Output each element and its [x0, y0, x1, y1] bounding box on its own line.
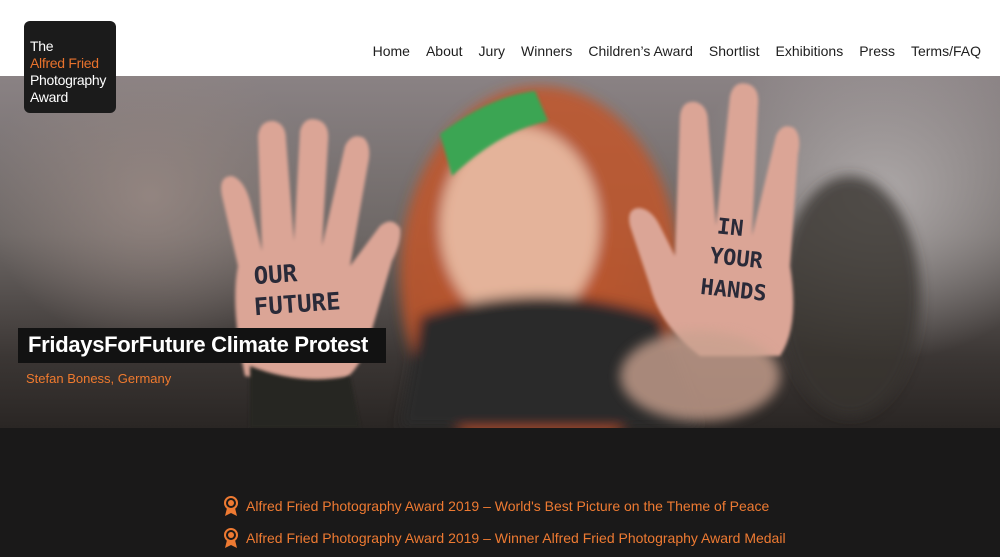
- medal-icon: [224, 496, 238, 516]
- nav-winners[interactable]: Winners: [521, 43, 572, 59]
- nav-about[interactable]: About: [426, 43, 463, 59]
- nav-jury[interactable]: Jury: [479, 43, 505, 59]
- right-hand-text-1: IN: [716, 214, 745, 242]
- site-logo[interactable]: The Alfred Fried Photography Award: [24, 21, 116, 113]
- nav-childrens-award[interactable]: Children’s Award: [588, 43, 693, 59]
- award-text[interactable]: Alfred Fried Photography Award 2019 – Wo…: [246, 498, 769, 514]
- hero-photo[interactable]: OUR FUTURE IN YOUR HANDS FridaysForFutur…: [0, 76, 1000, 428]
- photo-author: Stefan Boness, Germany: [26, 371, 172, 386]
- nav-terms-faq[interactable]: Terms/FAQ: [911, 43, 981, 59]
- logo-line-award: Award: [30, 89, 68, 105]
- main-nav: Home About Jury Winners Children’s Award…: [357, 43, 981, 59]
- nav-press[interactable]: Press: [859, 43, 895, 59]
- nav-shortlist[interactable]: Shortlist: [709, 43, 760, 59]
- photo-title: FridaysForFuture Climate Protest: [18, 328, 387, 363]
- awards-list: Alfred Fried Photography Award 2019 – Wo…: [222, 490, 786, 554]
- site-header: The Alfred Fried Photography Award Home …: [0, 0, 1000, 113]
- nav-home[interactable]: Home: [373, 43, 410, 59]
- award-text[interactable]: Alfred Fried Photography Award 2019 – Wi…: [246, 530, 786, 546]
- nav-exhibitions[interactable]: Exhibitions: [775, 43, 843, 59]
- left-hand-text-1: OUR: [253, 259, 299, 290]
- logo-line-photography: Photography: [30, 72, 107, 88]
- award-item: Alfred Fried Photography Award 2019 – Wi…: [222, 522, 786, 554]
- logo-line-alfred-fried: Alfred Fried: [30, 55, 99, 71]
- award-item: Alfred Fried Photography Award 2019 – Wo…: [222, 490, 786, 522]
- logo-line-the: The: [30, 38, 54, 54]
- medal-icon: [224, 528, 238, 548]
